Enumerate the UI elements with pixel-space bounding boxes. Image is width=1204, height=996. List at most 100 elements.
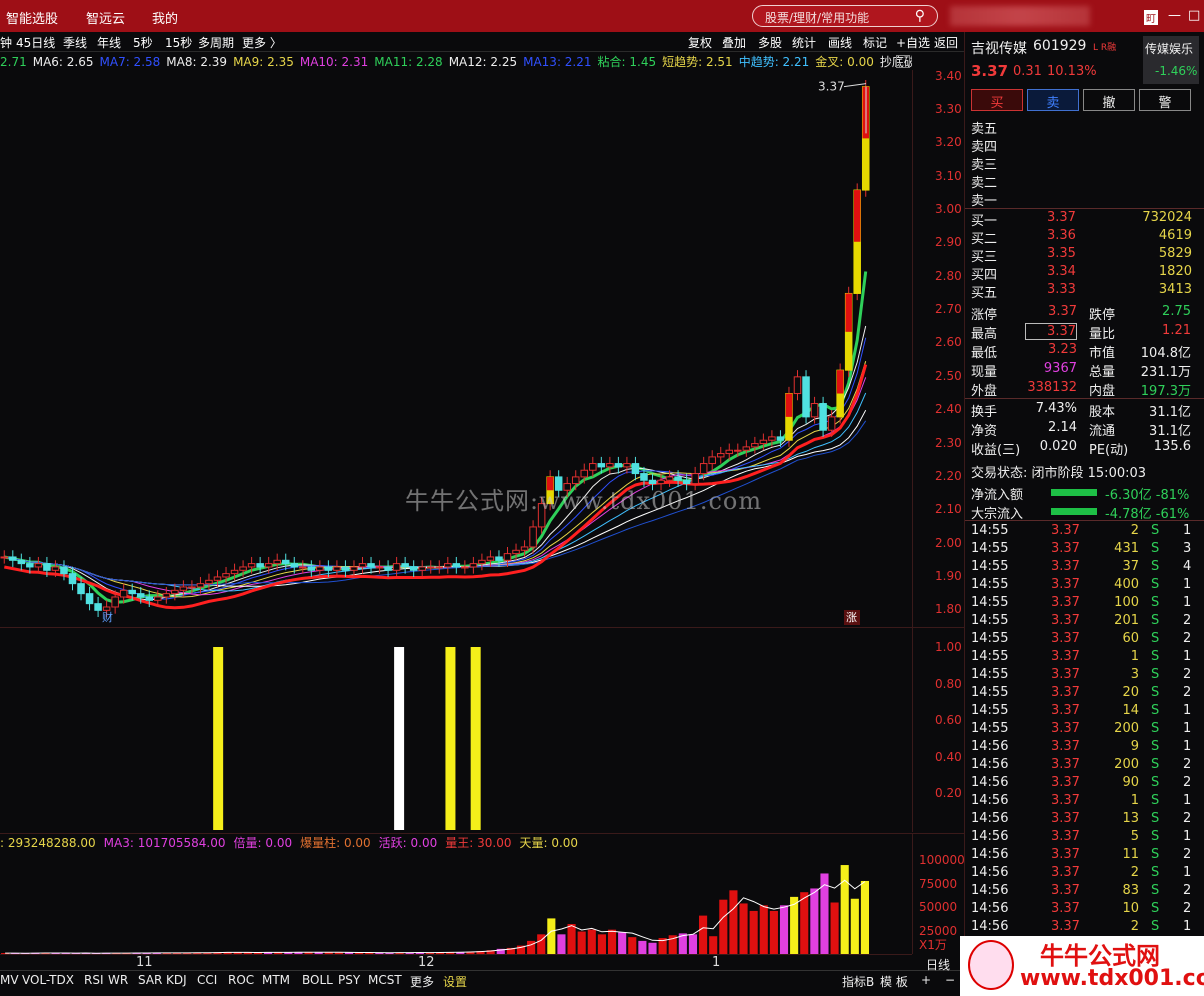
tool-back[interactable]: 返回	[934, 34, 958, 51]
stock-flags: L R融	[1093, 43, 1117, 53]
app-icon[interactable]: 町	[1144, 10, 1158, 25]
period-min[interactable]: 钟	[0, 34, 12, 51]
tool-overlay[interactable]: 叠加	[722, 34, 746, 51]
tick-count: 1	[1183, 865, 1192, 880]
zoom-out-icon[interactable]: −	[945, 973, 955, 987]
candle	[674, 476, 682, 481]
buy-level-price[interactable]: 3.33	[1047, 282, 1076, 297]
candle	[520, 546, 529, 551]
candle	[435, 566, 444, 569]
maximize-icon[interactable]: □	[1188, 8, 1200, 23]
volume-legend-item: MA3: 101705584.00	[103, 836, 226, 850]
tab-cci[interactable]: CCI	[197, 973, 217, 987]
minimize-icon[interactable]: —	[1168, 8, 1181, 23]
candle	[469, 563, 478, 568]
tick-volume: 1	[1130, 649, 1139, 664]
alert-button[interactable]: 警	[1139, 89, 1191, 111]
limit-up-marker[interactable]: 涨	[846, 611, 857, 624]
candle	[341, 566, 350, 571]
search-icon[interactable]: ⚲	[915, 8, 925, 24]
tick-side: S	[1151, 775, 1160, 790]
tab-kdj[interactable]: KDJ	[166, 973, 187, 987]
sector-box[interactable]: 传媒娱乐 -1.46%	[1143, 36, 1199, 84]
period-5s[interactable]: 5秒	[133, 34, 153, 51]
buy-button[interactable]: 买	[971, 89, 1023, 111]
tick-volume: 10	[1122, 901, 1139, 916]
buy-level-price[interactable]: 3.35	[1047, 246, 1076, 261]
buy-level-volume: 1820	[1158, 264, 1192, 279]
tab-roc[interactable]: ROC	[228, 973, 254, 987]
candle	[324, 566, 333, 571]
candle	[264, 563, 273, 568]
tab-mtm[interactable]: MTM	[262, 973, 290, 987]
candle	[290, 563, 299, 568]
tick-price: 3.37	[1051, 883, 1080, 898]
tick-volume: 1	[1130, 793, 1139, 808]
tick-count: 2	[1183, 631, 1192, 646]
tab-wr[interactable]: WR	[108, 973, 128, 987]
candle	[776, 436, 785, 441]
tab-template[interactable]: 模 板	[880, 973, 908, 990]
tick-count: 3	[1183, 541, 1192, 556]
sector-name: 传媒娱乐	[1145, 42, 1194, 56]
tool-multi-stock[interactable]: 多股	[758, 34, 782, 51]
tick-price: 3.37	[1051, 721, 1080, 736]
finance-marker[interactable]: 财	[102, 610, 113, 624]
tab-更多[interactable]: 更多	[410, 973, 434, 990]
panel-toggle-icon[interactable]	[896, 55, 910, 68]
tick-time: 14:55	[971, 703, 1009, 718]
tab-vol-tdx[interactable]: VOL-TDX	[22, 973, 74, 987]
volume-legend-item: 天量: 0.00	[519, 836, 579, 850]
tab-rsi[interactable]: RSI	[84, 973, 104, 987]
period-season[interactable]: 季线	[63, 34, 87, 51]
period-year[interactable]: 年线	[97, 34, 121, 51]
tick-time: 14:56	[971, 865, 1009, 880]
tool-draw[interactable]: 画线	[828, 34, 852, 51]
menu-mine[interactable]: 我的	[152, 8, 178, 27]
tick-count: 2	[1183, 901, 1192, 916]
candle	[196, 583, 205, 588]
tab-boll[interactable]: BOLL	[302, 973, 333, 987]
candle	[367, 563, 375, 568]
candle	[759, 439, 768, 445]
menu-smart-select[interactable]: 智能选股	[6, 8, 58, 27]
tool-stats[interactable]: 统计	[792, 34, 816, 51]
price-tick: 2.70	[935, 302, 962, 317]
cancel-order-button[interactable]: 撤	[1083, 89, 1135, 111]
tool-add-watch[interactable]: +自选	[896, 34, 930, 51]
period-multi[interactable]: 多周期	[198, 34, 234, 51]
search-input[interactable]: 股票/理财/常用功能 ⚲	[752, 5, 938, 27]
buy-level-price[interactable]: 3.37	[1047, 210, 1076, 225]
stat-label: 总量	[1089, 365, 1116, 380]
stat-value: 1.21	[1162, 323, 1191, 338]
volume-bar	[860, 880, 869, 954]
tab-mv[interactable]: MV	[0, 973, 19, 987]
menu-zhiyuan-cloud[interactable]: 智远云	[86, 8, 125, 27]
x-tick: 12	[418, 955, 435, 970]
tool-fuquan[interactable]: 复权	[688, 34, 712, 51]
tick-side: S	[1151, 613, 1160, 628]
tool-mark[interactable]: 标记	[863, 34, 887, 51]
tab-mcst[interactable]: MCST	[368, 973, 402, 987]
tab-psy[interactable]: PSY	[338, 973, 360, 987]
indicator-tick: 0.60	[935, 713, 962, 728]
stat-value: 31.1亿	[1149, 405, 1191, 420]
period-more[interactable]: 更多 〉	[242, 34, 282, 51]
candle	[418, 566, 426, 571]
tick-count: 1	[1183, 829, 1192, 844]
sell-button[interactable]: 卖	[1027, 89, 1079, 111]
candle	[281, 559, 290, 565]
buy-level-price[interactable]: 3.36	[1047, 228, 1076, 243]
tab-daily[interactable]: 日线	[926, 956, 950, 973]
ma-line	[4, 271, 868, 604]
candle	[742, 446, 751, 451]
buy-level-price[interactable]: 3.34	[1047, 264, 1076, 279]
price-tick: 2.00	[935, 535, 962, 550]
zoom-in-icon[interactable]: +	[921, 973, 931, 987]
period-45day[interactable]: 45日线	[16, 34, 55, 51]
tab-indicator-b[interactable]: 指标B	[842, 973, 874, 990]
volume-axis: 100000 75000 50000 25000 X1万	[912, 833, 965, 954]
tab-sar[interactable]: SAR	[138, 973, 162, 987]
tab-设置[interactable]: 设置	[443, 973, 467, 990]
period-15s[interactable]: 15秒	[165, 34, 192, 51]
